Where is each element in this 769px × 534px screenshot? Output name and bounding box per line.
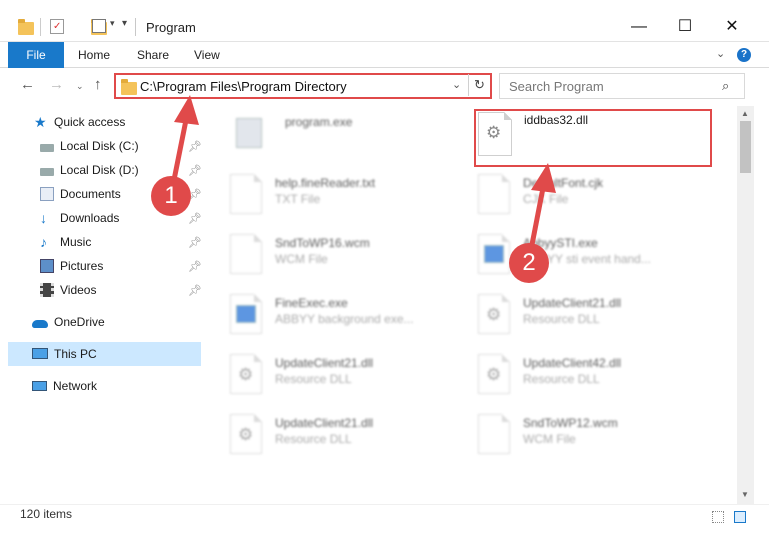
step-1-badge: 1: [151, 176, 191, 216]
step-2-badge: 2: [509, 243, 549, 283]
annotation-arrows: [169, 95, 556, 256]
status-bar: 120 items: [0, 504, 769, 534]
arrow-2: [527, 163, 556, 256]
scroll-down-icon[interactable]: ▼: [741, 490, 749, 499]
vertical-scrollbar[interactable]: ▲ ▼: [737, 106, 754, 504]
item-count: 120 items: [20, 507, 73, 521]
scrollbar-thumb[interactable]: [740, 121, 751, 173]
large-icons-view-icon[interactable]: [734, 511, 746, 523]
scroll-up-icon[interactable]: ▲: [741, 109, 749, 118]
details-view-icon[interactable]: [712, 511, 724, 523]
